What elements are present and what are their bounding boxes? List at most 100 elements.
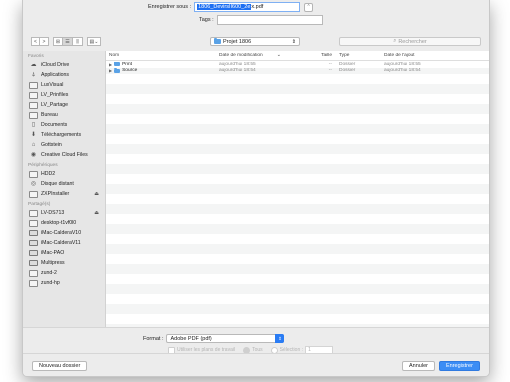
home-icon: ⌂ bbox=[31, 142, 36, 148]
sidebar-item[interactable]: ⍋ Applications bbox=[23, 70, 105, 80]
monitor-icon bbox=[29, 240, 38, 246]
empty-row bbox=[106, 254, 489, 264]
cancel-button[interactable]: Annuler bbox=[402, 361, 435, 371]
columns-icon: ⫼ bbox=[76, 38, 79, 45]
empty-row bbox=[106, 224, 489, 234]
chevron-left-icon: < bbox=[34, 38, 37, 45]
table-row[interactable]: ▶ Source aujourd'hui 18:54 -- Dossier aujourd… bbox=[106, 67, 489, 74]
sidebar-item-label: Bureau bbox=[41, 112, 58, 118]
empty-row bbox=[106, 204, 489, 214]
empty-row bbox=[106, 234, 489, 244]
location-popup[interactable]: Projet 1806 ⇕ bbox=[210, 37, 300, 46]
folder-icon bbox=[114, 61, 121, 67]
empty-row bbox=[106, 154, 489, 164]
sidebar-item[interactable]: zund-2 bbox=[23, 268, 105, 278]
file-list-header: Nom Date de modification ⌄ Taille Type Da… bbox=[106, 51, 489, 61]
view-gallery-button[interactable]: ▤⌄ bbox=[87, 37, 101, 46]
forward-button[interactable]: > bbox=[40, 37, 49, 46]
sidebar-item-label: LuxVisual bbox=[41, 82, 64, 88]
file-added-cell: aujourd'hui 18:55 bbox=[384, 61, 421, 67]
empty-row bbox=[106, 244, 489, 254]
sidebar-item[interactable]: ZXPInstaller ⏏ bbox=[23, 189, 105, 199]
sidebar-item[interactable]: LV-DS713 ⏏ bbox=[23, 208, 105, 218]
search-icon: ⌕ bbox=[393, 38, 397, 44]
search-input[interactable]: ⌕ Rechercher bbox=[339, 37, 481, 46]
eject-icon[interactable]: ⏏ bbox=[94, 210, 99, 216]
sidebar-item-label: LV_Partage bbox=[41, 102, 69, 108]
sidebar-item[interactable]: desktop-t1vf0l0 bbox=[23, 218, 105, 228]
sidebar-item[interactable]: iMac-CalderaV10 bbox=[23, 228, 105, 238]
sidebar-item[interactable]: HDD2 bbox=[23, 169, 105, 179]
list-icon: ☰ bbox=[65, 38, 70, 45]
sidebar-item-label: Disque distant bbox=[41, 181, 74, 187]
sidebar-item[interactable]: ◎ Disque distant bbox=[23, 179, 105, 189]
empty-row bbox=[106, 104, 489, 114]
new-folder-button[interactable]: Nouveau dossier bbox=[32, 361, 88, 371]
file-name-cell: ▶ Print bbox=[106, 61, 216, 67]
sidebar-item[interactable]: LuxVisual bbox=[23, 80, 105, 90]
sidebar-item[interactable]: Multipress bbox=[23, 258, 105, 268]
disclosure-triangle-icon[interactable]: ▶ bbox=[109, 68, 112, 73]
sidebar-item-label: Téléchargements bbox=[41, 132, 82, 138]
tags-input[interactable] bbox=[216, 15, 323, 25]
empty-row bbox=[106, 304, 489, 314]
table-row[interactable]: ▶ Print aujourd'hui 18:55 -- Dossier aujourd'… bbox=[106, 61, 489, 68]
expand-dialog-button[interactable]: ⌃ bbox=[304, 2, 314, 12]
file-list: Nom Date de modification ⌄ Taille Type Da… bbox=[106, 51, 489, 353]
sidebar-item[interactable]: ◉ Creative Cloud Files bbox=[23, 150, 105, 160]
view-buttons: ⊞ ☰ ⫼ bbox=[53, 37, 83, 46]
view-columns-button[interactable]: ⫼ bbox=[73, 37, 83, 46]
monitor-icon bbox=[29, 250, 38, 256]
empty-row bbox=[106, 164, 489, 174]
monitor-icon bbox=[29, 230, 38, 236]
folder-icon bbox=[29, 101, 38, 109]
sort-chevron-icon: ⌄ bbox=[276, 53, 281, 58]
server-icon bbox=[29, 279, 38, 287]
column-added[interactable]: Date de l'ajout bbox=[381, 53, 481, 58]
empty-row bbox=[106, 144, 489, 154]
view-icons-button[interactable]: ⊞ bbox=[53, 37, 63, 46]
empty-row bbox=[106, 274, 489, 284]
column-type[interactable]: Type bbox=[336, 53, 381, 58]
format-label: Format : bbox=[143, 335, 164, 342]
empty-row bbox=[106, 94, 489, 104]
save-label: Enregistrer bbox=[446, 363, 473, 369]
sidebar-item[interactable]: ▯ Documents bbox=[23, 120, 105, 130]
disclosure-triangle-icon[interactable]: ▶ bbox=[109, 62, 112, 67]
sidebar-item[interactable]: LV_Partage bbox=[23, 100, 105, 110]
empty-row bbox=[106, 214, 489, 224]
sidebar-item[interactable]: LV_Prinfiles bbox=[23, 90, 105, 100]
cloud-icon: ☁ bbox=[30, 62, 37, 68]
file-rows: ▶ Print aujourd'hui 18:55 -- Dossier aujourd'… bbox=[106, 61, 489, 74]
chevron-right-icon: > bbox=[42, 38, 46, 45]
applications-icon: ⍋ bbox=[31, 72, 36, 78]
file-size-cell: -- bbox=[328, 68, 332, 74]
column-size[interactable]: Taille bbox=[306, 53, 336, 58]
sidebar-item[interactable]: ⬇ Téléchargements bbox=[23, 130, 105, 140]
file-size-cell: -- bbox=[328, 61, 332, 67]
file-modified-cell: aujourd'hui 18:55 bbox=[219, 61, 256, 67]
filename-input[interactable]: 1806_DevirsII600_2e x.pdf bbox=[194, 2, 301, 12]
format-value: Adobe PDF (pdf) bbox=[170, 335, 212, 342]
sidebar-item[interactable]: zund-hp bbox=[23, 278, 105, 288]
sidebar-item-label: HDD2 bbox=[41, 171, 56, 177]
disk-icon bbox=[29, 190, 38, 198]
sidebar-item[interactable]: iMac-CalderaV11 bbox=[23, 238, 105, 248]
eject-icon[interactable]: ⏏ bbox=[94, 191, 99, 197]
empty-rows bbox=[106, 74, 489, 344]
column-name[interactable]: Nom bbox=[106, 53, 216, 58]
back-button[interactable]: < bbox=[31, 37, 40, 46]
sidebar-item-label: ZXPInstaller bbox=[41, 191, 70, 197]
sidebar-item[interactable]: ☁ iCloud Drive bbox=[23, 60, 105, 70]
format-popup[interactable]: Adobe PDF (pdf) ⇕ bbox=[166, 334, 285, 343]
folder-icon bbox=[214, 38, 221, 44]
sidebar-item[interactable]: Bureau bbox=[23, 110, 105, 120]
format-panel: Format : Adobe PDF (pdf) ⇕ Utiliser les … bbox=[23, 327, 489, 354]
view-list-button[interactable]: ☰ bbox=[63, 37, 73, 46]
downloads-icon: ⬇ bbox=[30, 132, 37, 138]
save-button[interactable]: Enregistrer bbox=[439, 361, 480, 371]
location-label: Projet 1806 bbox=[223, 38, 252, 45]
sidebar-item[interactable]: iMac-PAO bbox=[23, 248, 105, 258]
sidebar-item[interactable]: ⌂ Gottstein bbox=[23, 140, 105, 150]
column-modified[interactable]: Date de modification ⌄ bbox=[216, 53, 306, 58]
